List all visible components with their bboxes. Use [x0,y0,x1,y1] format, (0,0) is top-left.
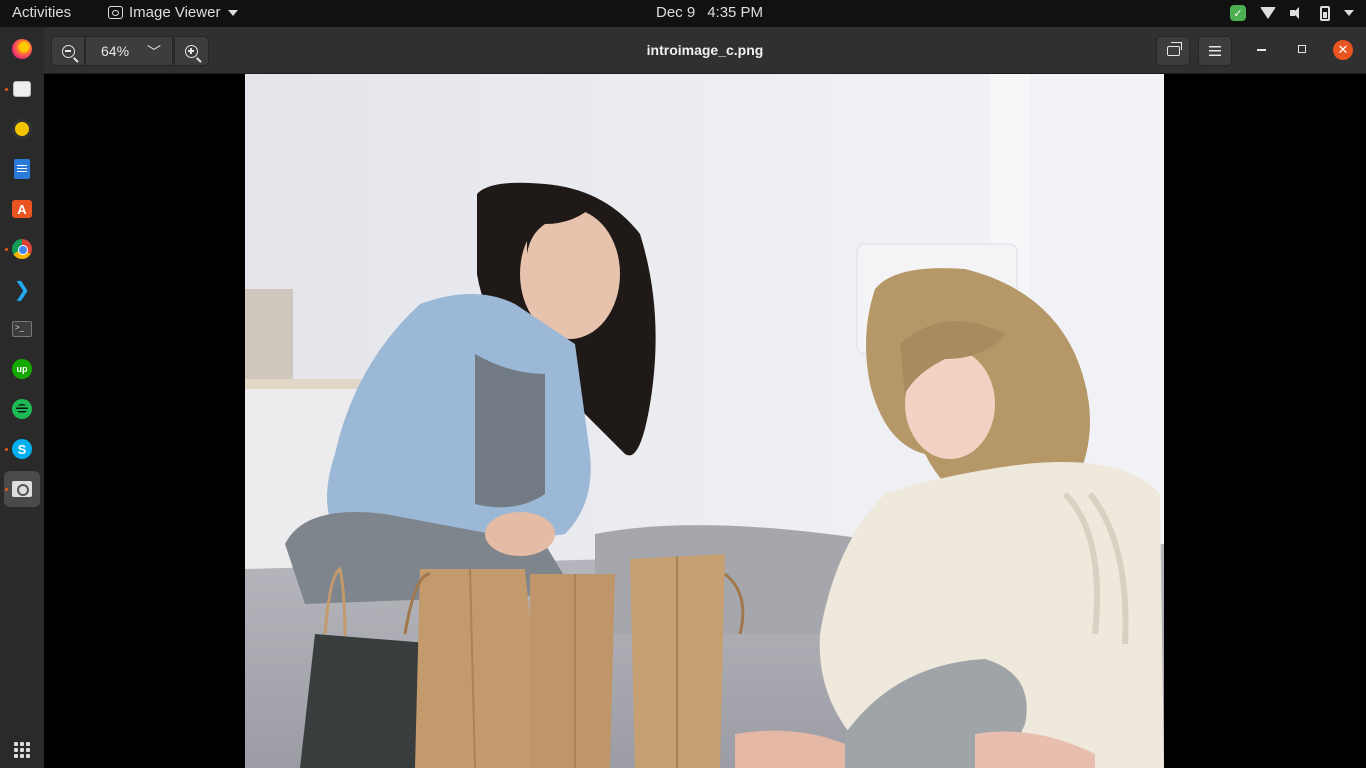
clock-date: Dec 9 [656,4,696,21]
volume-icon [1290,6,1306,20]
wifi-icon [1260,7,1276,19]
dock-item-firefox[interactable] [4,31,40,67]
system-menu-caret-icon[interactable] [1344,10,1354,16]
document-icon [14,159,30,179]
show-applications-icon[interactable] [14,742,30,758]
system-top-bar: Activities Image Viewer Dec 9 4:35 PM ✓ [0,0,1366,27]
dock-item-image-viewer[interactable] [4,471,40,507]
battery-icon [1320,5,1330,21]
dock-item-writer[interactable] [4,151,40,187]
app-menu[interactable]: Image Viewer [108,4,239,21]
hamburger-menu-icon [1209,46,1221,56]
update-check-icon[interactable]: ✓ [1230,5,1246,21]
music-icon [12,119,32,139]
store-icon: A [12,200,32,218]
chrome-icon [12,239,32,259]
running-indicator [5,488,8,491]
dock-item-software[interactable]: A [4,191,40,227]
dock-item-terminal[interactable]: >_ [4,311,40,347]
vscode-icon: ❯ [13,278,31,301]
dock-item-skype[interactable]: S [4,431,40,467]
main-menu-button[interactable] [1198,36,1232,66]
skype-icon: S [12,439,32,459]
maximize-button[interactable] [1298,45,1306,53]
running-indicator [5,448,8,451]
dock-item-chrome[interactable] [4,231,40,267]
gallery-button[interactable] [1156,36,1190,66]
activities-button[interactable]: Activities [12,4,71,21]
running-indicator [5,88,8,91]
firefox-icon [12,39,32,59]
running-indicator [5,248,8,251]
dock-item-rhythmbox[interactable] [4,111,40,147]
clock-time: 4:35 PM [707,4,764,21]
system-tray[interactable]: ✓ [1230,5,1354,21]
upwork-icon: up [12,359,32,379]
dock-item-spotify[interactable] [4,391,40,427]
clock[interactable]: Dec 9 4:35 PM [656,4,763,21]
close-button[interactable]: ✕ [1333,40,1353,60]
image-viewer-icon [12,481,32,497]
dock: A ❯ >_ up S [0,27,44,768]
dock-item-upwork[interactable]: up [4,351,40,387]
image-canvas[interactable] [44,74,1366,768]
image-viewer-app-icon [108,6,123,19]
dock-item-files[interactable] [4,71,40,107]
photo-image [245,74,1164,768]
caret-down-icon [228,9,239,16]
app-menu-label: Image Viewer [129,4,221,21]
folder-icon [13,81,31,97]
dock-item-vscode[interactable]: ❯ [4,271,40,307]
gallery-icon [1166,42,1182,56]
terminal-icon: >_ [12,321,32,337]
viewer-header-bar: 64% ﹀ introimage_c.png ✕ [44,27,1366,74]
minimize-button[interactable] [1257,49,1266,51]
spotify-icon [12,399,32,419]
